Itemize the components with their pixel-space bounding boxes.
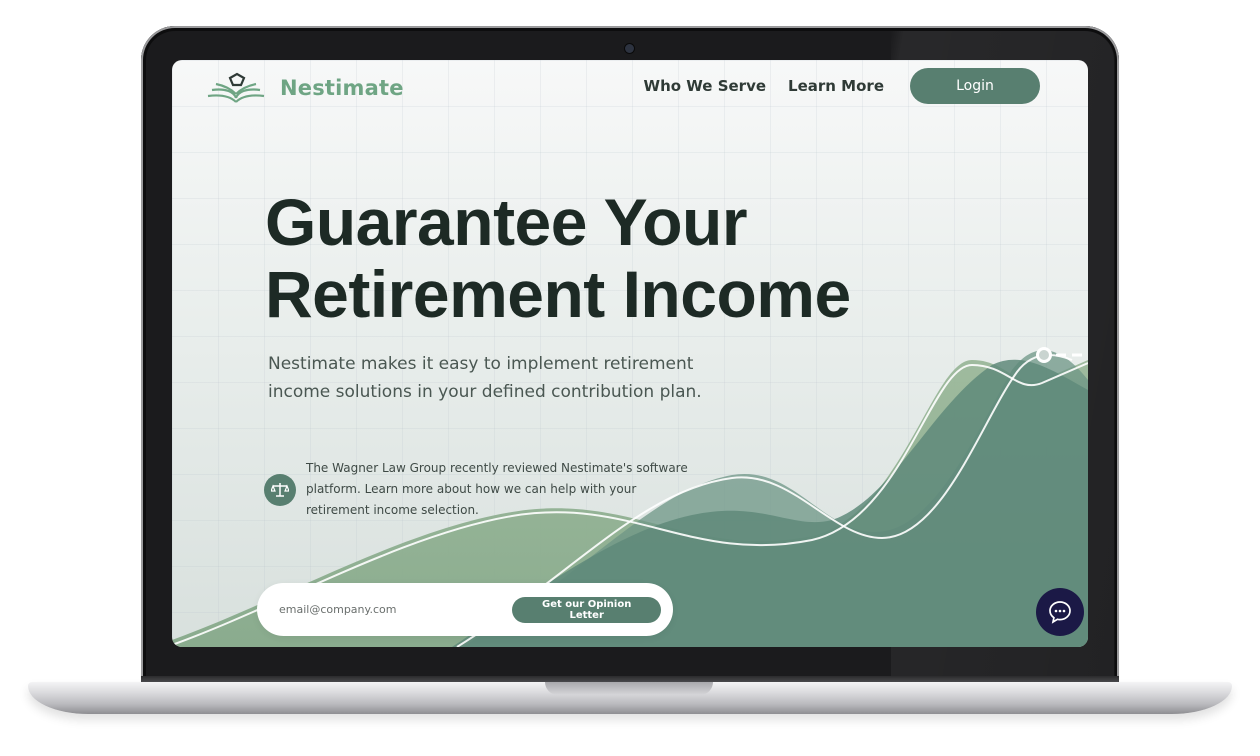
get-opinion-letter-button[interactable]: Get our Opinion Letter bbox=[512, 596, 661, 623]
hero-subhead: Nestimate makes it easy to implement ret… bbox=[268, 354, 702, 402]
headline-line-1: Guarantee Your bbox=[265, 185, 748, 259]
nav-who-we-serve[interactable]: Who We Serve bbox=[644, 77, 766, 95]
nav-learn-more[interactable]: Learn More bbox=[788, 77, 884, 95]
webcam bbox=[625, 44, 634, 53]
top-nav: Who We Serve Learn More Login bbox=[644, 68, 1040, 104]
login-button[interactable]: Login bbox=[910, 68, 1040, 104]
nest-logo-icon bbox=[207, 72, 265, 103]
laptop-notch bbox=[545, 682, 713, 695]
screen: Nestimate Who We Serve Learn More Login … bbox=[172, 60, 1088, 647]
email-signup-bar: Get our Opinion Letter bbox=[257, 583, 673, 636]
hero-headline: Guarantee Your Retirement Income bbox=[265, 186, 851, 330]
brand-name: Nestimate bbox=[280, 76, 404, 100]
review-text: The Wagner Law Group recently reviewed N… bbox=[306, 461, 688, 517]
headline-line-2: Retirement Income bbox=[265, 257, 851, 331]
scales-icon bbox=[264, 473, 296, 506]
chat-bubble-icon bbox=[1049, 601, 1071, 624]
email-input[interactable] bbox=[277, 602, 513, 617]
logo[interactable]: Nestimate bbox=[206, 72, 404, 104]
chat-button[interactable] bbox=[1036, 588, 1084, 636]
review-note: The Wagner Law Group recently reviewed N… bbox=[264, 458, 701, 521]
